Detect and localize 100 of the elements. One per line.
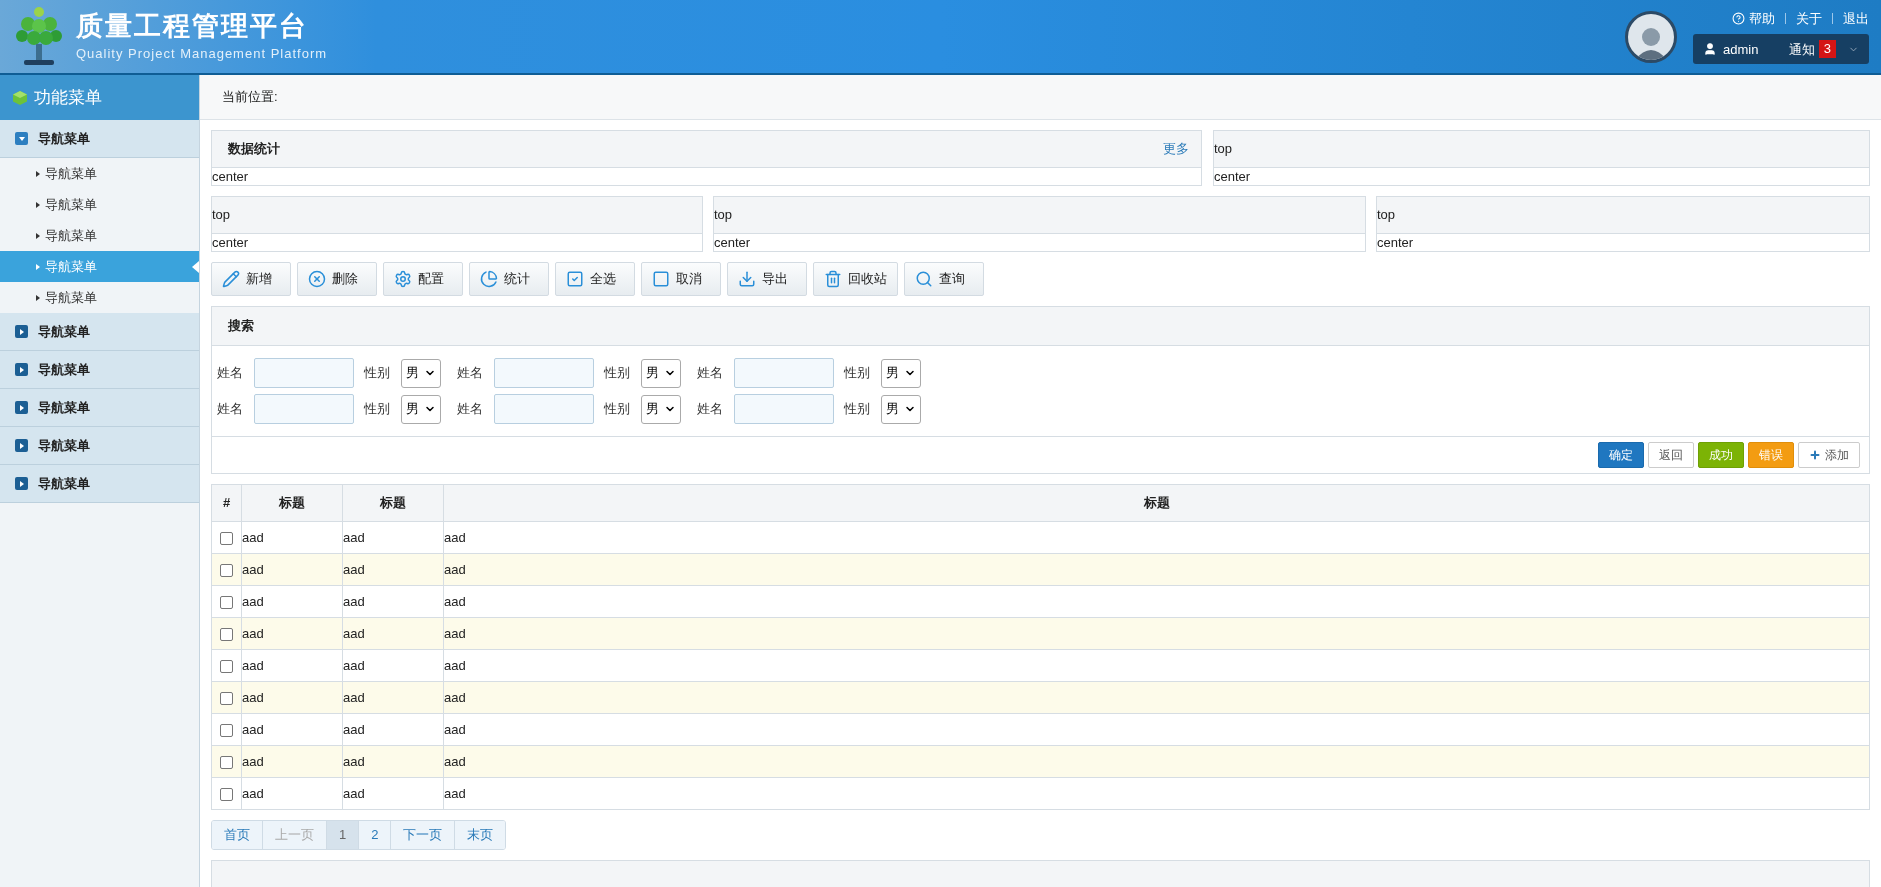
nav-group[interactable]: 导航菜单: [0, 351, 199, 389]
name-input-field[interactable]: [254, 394, 354, 424]
row-checkbox[interactable]: [220, 787, 233, 801]
name-input-field[interactable]: [494, 394, 594, 424]
panel-body-text: center: [1377, 236, 1414, 249]
row-checkbox[interactable]: [220, 691, 233, 705]
table-cell: aad: [443, 585, 1870, 618]
table-cell: aad: [342, 585, 444, 618]
field-label: 性别: [844, 400, 871, 419]
more-link[interactable]: 更多: [1163, 139, 1189, 159]
nav-item[interactable]: 导航菜单: [0, 220, 199, 251]
gender-select[interactable]: 男: [641, 358, 681, 388]
page-link[interactable]: 1: [326, 821, 359, 849]
field-label: 姓名: [216, 400, 244, 419]
table-cell: aad: [241, 585, 343, 618]
panel-title: 搜索: [228, 317, 254, 336]
gender-select[interactable]: 男: [401, 394, 441, 424]
field-label: 姓名: [696, 364, 724, 383]
table-cell: aad: [241, 777, 343, 810]
toolbar-button[interactable]: 新增: [211, 262, 291, 296]
nav-group[interactable]: 导航菜单: [0, 313, 199, 351]
name-input-field[interactable]: [734, 394, 834, 424]
row-checkbox[interactable]: [220, 755, 233, 769]
toolbar-button[interactable]: 导出: [727, 262, 807, 296]
pencil-icon: [222, 270, 240, 288]
table-cell: aad: [443, 681, 1870, 714]
table-cell: aad: [241, 553, 343, 586]
field-label: 姓名: [456, 400, 484, 419]
table-cell: aad: [342, 777, 444, 810]
row-checkbox[interactable]: [220, 563, 233, 577]
page-link[interactable]: 下一页: [390, 821, 455, 849]
field-label: 性别: [844, 364, 871, 383]
nav-item[interactable]: 导航菜单: [0, 158, 199, 189]
row-checkbox[interactable]: [220, 723, 233, 737]
tree-logo-icon: [14, 5, 64, 68]
column-header: 标题: [241, 484, 343, 522]
toolbar-button[interactable]: 统计: [469, 262, 549, 296]
pie-chart-icon: [480, 270, 498, 288]
page-link[interactable]: 末页: [454, 821, 506, 849]
toolbar-button[interactable]: 配置: [383, 262, 463, 296]
action-button[interactable]: 返回: [1648, 442, 1694, 468]
toolbar-button[interactable]: 查询: [904, 262, 984, 296]
gender-select[interactable]: 男: [401, 358, 441, 388]
gender-select[interactable]: 男: [641, 394, 681, 424]
table-cell: aad: [443, 553, 1870, 586]
nav-group[interactable]: 导航菜单: [0, 465, 199, 503]
page-link[interactable]: 首页: [212, 821, 262, 849]
header-link[interactable]: 帮助: [1732, 8, 1775, 29]
action-button[interactable]: 确定: [1598, 442, 1644, 468]
row-checkbox[interactable]: [220, 595, 233, 609]
table-cell: aad: [342, 553, 444, 586]
gender-select[interactable]: 男: [881, 394, 921, 424]
table-cell: aad: [342, 681, 444, 714]
toolbar-button[interactable]: 回收站: [813, 262, 898, 296]
panel-body-text: center: [1214, 170, 1251, 183]
nav-group[interactable]: 导航菜单: [0, 120, 199, 158]
notice-label: 通知: [1788, 40, 1815, 59]
column-header: #: [211, 484, 242, 522]
panel-title: 数据统计: [227, 140, 280, 159]
toolbar-button[interactable]: 删除: [297, 262, 377, 296]
page-link[interactable]: 2: [358, 821, 391, 849]
platform-subtitle: Quality Project Management Platform: [76, 44, 328, 63]
name-input-field[interactable]: [254, 358, 354, 388]
field-label: 姓名: [216, 364, 244, 383]
circle-x-icon: [308, 270, 326, 288]
toolbar-button[interactable]: 全选: [555, 262, 635, 296]
table-cell: aad: [241, 649, 343, 682]
plus-icon: [1809, 449, 1821, 461]
table-cell: aad: [443, 745, 1870, 778]
user-name: admin: [1723, 40, 1759, 59]
platform-title: 质量工程管理平台: [76, 9, 309, 43]
table-cell: aad: [342, 745, 444, 778]
nav-group[interactable]: 导航菜单: [0, 389, 199, 427]
name-input-field[interactable]: [734, 358, 834, 388]
gender-select[interactable]: 男: [881, 358, 921, 388]
search-icon: [915, 270, 933, 288]
table-cell: aad: [342, 521, 444, 554]
field-label: 性别: [604, 400, 631, 419]
nav-item[interactable]: 导航菜单: [0, 282, 199, 313]
sidebar-title: 功能菜单: [34, 86, 102, 109]
download-icon: [738, 270, 756, 288]
panel-title: top: [714, 206, 733, 225]
nav-group[interactable]: 导航菜单: [0, 427, 199, 465]
table-cell: aad: [241, 745, 343, 778]
trash-icon: [824, 270, 842, 288]
header-link[interactable]: 关于: [1796, 8, 1822, 29]
toolbar-button[interactable]: 取消: [641, 262, 721, 296]
name-input-field[interactable]: [494, 358, 594, 388]
panel-title: top: [212, 206, 231, 225]
row-checkbox[interactable]: [220, 659, 233, 673]
nav-item[interactable]: 导航菜单: [0, 189, 199, 220]
table-cell: aad: [443, 521, 1870, 554]
help-icon: [1732, 12, 1745, 25]
action-button[interactable]: 添加: [1798, 442, 1860, 468]
table-cell: aad: [443, 777, 1870, 810]
header-link[interactable]: 退出: [1843, 8, 1869, 29]
row-checkbox[interactable]: [220, 531, 233, 545]
row-checkbox[interactable]: [220, 627, 233, 641]
field-label: 性别: [364, 364, 391, 383]
panel-body-text: center: [212, 236, 249, 249]
